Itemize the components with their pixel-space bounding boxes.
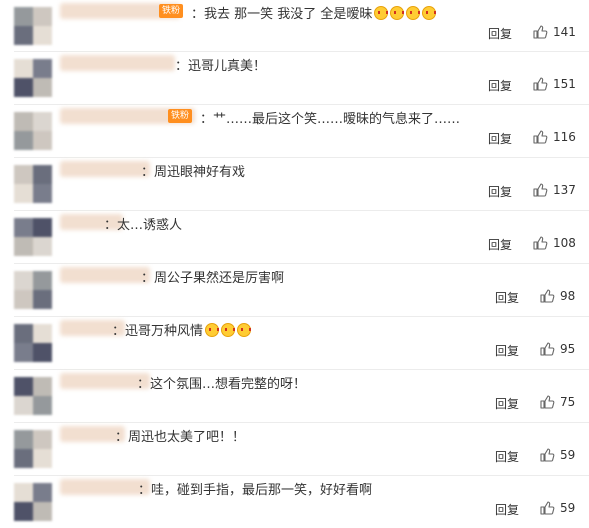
comment-text: ：周公子果然还是厉害啊 xyxy=(141,267,284,286)
reply-button[interactable]: 回复 xyxy=(488,130,512,147)
reply-button[interactable]: 回复 xyxy=(488,183,512,200)
emoji-icon xyxy=(221,323,236,337)
emoji-icon xyxy=(237,323,252,337)
comment-body: ：艹……最后这个笑……暧昧的气息来了…… xyxy=(200,112,461,127)
like-count: 108 xyxy=(553,236,576,250)
thumbs-up-icon[interactable] xyxy=(539,288,555,304)
comment-text: ：太…诱惑人 xyxy=(104,214,182,233)
reply-button[interactable]: 回复 xyxy=(495,501,519,518)
avatar[interactable] xyxy=(14,59,52,97)
username-blurred[interactable] xyxy=(60,479,150,495)
reply-button[interactable]: 回复 xyxy=(488,77,512,94)
username-blurred[interactable] xyxy=(60,55,175,71)
like-count: 116 xyxy=(553,130,576,144)
comment-row: ：迅哥万种风情回复 95 xyxy=(0,317,589,370)
thumbs-up-icon[interactable] xyxy=(539,341,555,357)
comment-text: ：迅哥儿真美！ xyxy=(175,55,266,74)
like-count: 59 xyxy=(560,501,576,515)
comment-text: ：我去 那一笑 我没了 全是暧昧 xyxy=(191,3,437,22)
comment-row: ：哇，碰到手指，最后那一笑，好好看啊回复 59 xyxy=(0,476,589,528)
thumbs-up-icon[interactable] xyxy=(532,235,548,251)
thumbs-up-icon[interactable] xyxy=(532,76,548,92)
comment-text: ：哇，碰到手指，最后那一笑，好好看啊 xyxy=(138,479,372,498)
like-count: 95 xyxy=(560,342,576,356)
emoji-icon xyxy=(390,6,405,20)
comment-text: ：周迅也太美了吧！！ xyxy=(115,426,245,445)
comment-text: ：迅哥万种风情 xyxy=(112,320,252,339)
emoji-icon xyxy=(374,6,389,20)
comment-body: ：哇，碰到手指，最后那一笑，好好看啊 xyxy=(138,483,373,498)
comment-body: ：周公子果然还是厉害啊 xyxy=(141,271,285,286)
comment-text: ：周迅眼神好有戏 xyxy=(141,161,245,180)
comment-body: ：太…诱惑人 xyxy=(104,218,183,233)
comment-row: ：周公子果然还是厉害啊回复 98 xyxy=(0,264,589,317)
comment-row: ：周迅眼神好有戏回复 137 xyxy=(0,158,589,211)
reply-button[interactable]: 回复 xyxy=(488,236,512,253)
like-count: 75 xyxy=(560,395,576,409)
avatar[interactable] xyxy=(14,218,52,256)
comment-row: ：太…诱惑人回复 108 xyxy=(0,211,589,264)
like-count: 151 xyxy=(553,77,576,91)
fan-badge: 铁粉 xyxy=(159,4,184,18)
comment-row: ：迅哥儿真美！ 回复 151 xyxy=(0,52,589,105)
comment-row: ：这个氛围…想看完整的呀！ 回复 75 xyxy=(0,370,589,423)
emoji-icon xyxy=(422,6,437,20)
comment-row: 铁粉 ：艹……最后这个笑……暧昧的气息来了…… 回复 116 xyxy=(0,105,589,158)
comment-body: ：周迅眼神好有戏 xyxy=(141,165,246,180)
avatar[interactable] xyxy=(14,165,52,203)
comment-body: ：迅哥儿真美！ xyxy=(175,59,267,74)
like-count: 98 xyxy=(560,289,576,303)
thumbs-up-icon[interactable] xyxy=(532,182,548,198)
avatar[interactable] xyxy=(14,324,52,362)
thumbs-up-icon[interactable] xyxy=(532,129,548,145)
avatar[interactable] xyxy=(14,430,52,468)
comment-body: ：迅哥万种风情 xyxy=(112,324,204,339)
like-count: 141 xyxy=(553,25,576,39)
comment-body: ：这个氛围…想看完整的呀！ xyxy=(137,377,307,392)
emoji-icon xyxy=(205,323,220,337)
avatar[interactable] xyxy=(14,271,52,309)
like-count: 59 xyxy=(560,448,576,462)
fan-badge: 铁粉 xyxy=(168,109,193,123)
reply-button[interactable]: 回复 xyxy=(495,448,519,465)
reply-button[interactable]: 回复 xyxy=(488,25,512,42)
comment-row: 铁粉 ：我去 那一笑 我没了 全是暧昧回复 141 xyxy=(0,0,589,52)
comment-text: ：艹……最后这个笑……暧昧的气息来了…… xyxy=(200,108,460,127)
comment-feed: 铁粉 ：我去 那一笑 我没了 全是暧昧回复 141 ：迅哥儿真美！ 回复 151 铁粉 ：艹…… xyxy=(0,0,589,528)
comment-body: ：我去 那一笑 我没了 全是暧昧 xyxy=(191,7,373,22)
reply-button[interactable]: 回复 xyxy=(495,289,519,306)
username-blurred[interactable] xyxy=(60,161,150,177)
avatar[interactable] xyxy=(14,112,52,150)
thumbs-up-icon[interactable] xyxy=(539,500,555,516)
emoji-icon xyxy=(406,6,421,20)
thumbs-up-icon[interactable] xyxy=(539,394,555,410)
reply-button[interactable]: 回复 xyxy=(495,342,519,359)
username-blurred[interactable] xyxy=(60,267,150,283)
like-count: 137 xyxy=(553,183,576,197)
thumbs-up-icon[interactable] xyxy=(539,447,555,463)
avatar[interactable] xyxy=(14,7,52,45)
avatar[interactable] xyxy=(14,377,52,415)
comment-body: ：周迅也太美了吧！！ xyxy=(115,430,246,445)
comment-row: ：周迅也太美了吧！！ 回复 59 xyxy=(0,423,589,476)
reply-button[interactable]: 回复 xyxy=(495,395,519,412)
comment-text: ：这个氛围…想看完整的呀！ xyxy=(137,373,306,392)
thumbs-up-icon[interactable] xyxy=(532,24,548,40)
avatar[interactable] xyxy=(14,483,52,521)
